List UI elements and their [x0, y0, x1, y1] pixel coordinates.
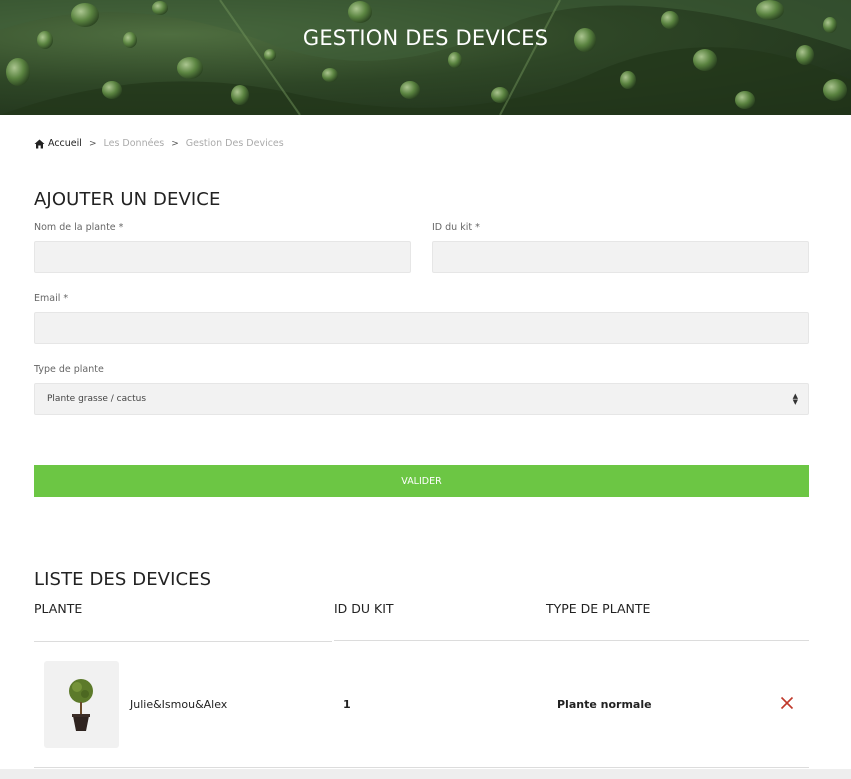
header-divider	[334, 640, 809, 641]
leaf-background-image	[0, 0, 851, 115]
plant-thumbnail	[44, 661, 119, 748]
submit-button[interactable]: VALIDER	[34, 465, 809, 497]
kit-id-label: ID du kit *	[432, 222, 480, 233]
form-title: AJOUTER UN DEVICE	[34, 189, 221, 210]
footer-band	[0, 769, 851, 779]
plant-type-select[interactable]: Plante grasse / cactus ▲ ▼	[34, 383, 809, 415]
column-header-plante: PLANTE	[34, 601, 83, 616]
topiary-plant-image	[69, 679, 93, 731]
email-input[interactable]	[34, 312, 809, 344]
hero-banner: GESTION DES DEVICES	[0, 0, 851, 115]
device-name: Julie&Ismou&Alex	[130, 698, 228, 711]
delete-device-button[interactable]	[778, 694, 796, 712]
email-label: Email *	[34, 293, 69, 304]
device-kit-id: 1	[343, 698, 351, 711]
list-title: LISTE DES DEVICES	[34, 569, 212, 590]
close-icon	[780, 696, 794, 710]
header-divider	[34, 641, 332, 642]
column-header-type-de-plante: TYPE DE PLANTE	[546, 601, 651, 616]
plant-name-label: Nom de la plante *	[34, 222, 124, 233]
row-divider	[34, 767, 809, 768]
plant-type-selected-value: Plante grasse / cactus	[47, 394, 147, 404]
breadcrumb-home-label: Accueil	[48, 138, 82, 149]
breadcrumb-current: Gestion Des Devices	[185, 138, 284, 149]
breadcrumb-home-link[interactable]: Accueil	[34, 138, 82, 149]
page-title: GESTION DES DEVICES	[302, 26, 549, 50]
breadcrumb-separator: >	[88, 138, 97, 149]
kit-id-input[interactable]	[432, 241, 809, 273]
column-header-id-du-kit: ID DU KIT	[334, 601, 394, 616]
plant-name-input[interactable]	[34, 241, 411, 273]
plant-type-label: Type de plante	[34, 364, 104, 375]
breadcrumb-les-donnees[interactable]: Les Données	[103, 138, 164, 149]
breadcrumb: Accueil > Les Données > Gestion Des Devi…	[34, 138, 284, 149]
device-plant-type: Plante normale	[557, 698, 652, 711]
breadcrumb-separator: >	[171, 138, 179, 149]
select-arrows-icon: ▲ ▼	[792, 392, 798, 406]
home-icon	[34, 139, 45, 148]
